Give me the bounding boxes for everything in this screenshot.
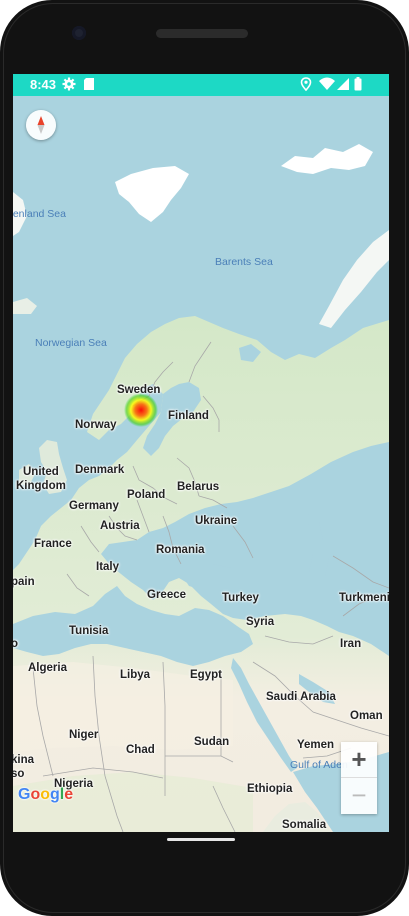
status-bar: 8:43 [13, 74, 389, 96]
country-label-turkey: Turkey [222, 592, 259, 604]
country-label-italy: Italy [96, 561, 120, 573]
navigation-bar [0, 832, 409, 916]
country-label-norway: Norway [75, 419, 117, 431]
country-label-germany: Germany [69, 500, 119, 512]
sea-label-barents: Barents Sea [215, 256, 273, 268]
country-label-ukraine: Ukraine [195, 515, 238, 527]
zoom-out-button[interactable]: − [341, 778, 377, 813]
country-label-egypt: Egypt [190, 669, 222, 681]
country-label-finland: Finland [168, 410, 209, 422]
country-label-somalia: Somalia [282, 819, 327, 831]
battery-icon [354, 77, 362, 94]
country-label-france: France [34, 538, 72, 550]
country-label-greece: Greece [147, 589, 187, 601]
country-label-niger: Niger [69, 729, 99, 741]
country-label-turkmenistan: Turkmenis [339, 592, 389, 604]
wifi-icon [319, 77, 335, 94]
country-label-ethiopia: Ethiopia [247, 783, 293, 795]
sea-label-norwegian: Norwegian Sea [35, 337, 107, 349]
google-logo: Google [18, 786, 74, 803]
country-label-burkina-2: so [13, 768, 25, 780]
country-label-burkina: kina [13, 754, 35, 766]
compass-button[interactable] [26, 110, 56, 140]
home-gesture-bar[interactable] [167, 838, 235, 841]
country-label-saudi-arabia: Saudi Arabia [266, 691, 336, 703]
country-label-morocco: o [13, 638, 19, 650]
country-label-chad: Chad [126, 744, 155, 756]
gear-icon [62, 77, 76, 94]
location-icon [300, 77, 312, 94]
country-label-poland: Poland [127, 489, 166, 501]
country-label-belarus: Belarus [177, 481, 220, 493]
country-label-libya: Libya [120, 669, 151, 681]
country-label-austria: Austria [100, 520, 140, 532]
sd-card-icon [83, 77, 95, 94]
country-label-sudan: Sudan [194, 736, 230, 748]
app-screen: 8:43 enland Sea Barents Sea Norwegian Se… [13, 74, 389, 832]
status-time: 8:43 [30, 77, 57, 92]
country-label-sweden: Sweden [117, 384, 161, 396]
country-label-spain: pain [13, 576, 35, 588]
country-label-uk-line2: Kingdom [16, 480, 66, 492]
country-label-romania: Romania [156, 544, 205, 556]
front-camera [72, 26, 86, 40]
country-label-uk-line1: United [23, 466, 59, 478]
country-label-denmark: Denmark [75, 464, 125, 476]
country-label-iran: Iran [340, 638, 362, 650]
zoom-in-button[interactable]: + [341, 742, 377, 778]
country-label-algeria: Algeria [28, 662, 67, 674]
map-canvas [13, 96, 389, 832]
zoom-controls: + − [341, 742, 377, 814]
country-label-tunisia: Tunisia [69, 625, 109, 637]
country-label-syria: Syria [246, 616, 275, 628]
heatmap-point [124, 393, 158, 427]
compass-icon [37, 116, 45, 134]
country-label-oman: Oman [350, 710, 383, 722]
signal-icon [337, 77, 350, 94]
map-view[interactable]: eenland Sea Barents Sea Norwegian Sea Gu… [13, 96, 389, 832]
sea-label-gulf-aden: Gulf of Aden [290, 759, 348, 771]
earpiece-speaker [156, 29, 248, 38]
sea-label-greenland: eenland Sea [13, 208, 66, 220]
phone-frame: 8:43 enland Sea Barents Sea Norwegian Se… [0, 0, 409, 916]
country-label-yemen: Yemen [297, 739, 335, 751]
